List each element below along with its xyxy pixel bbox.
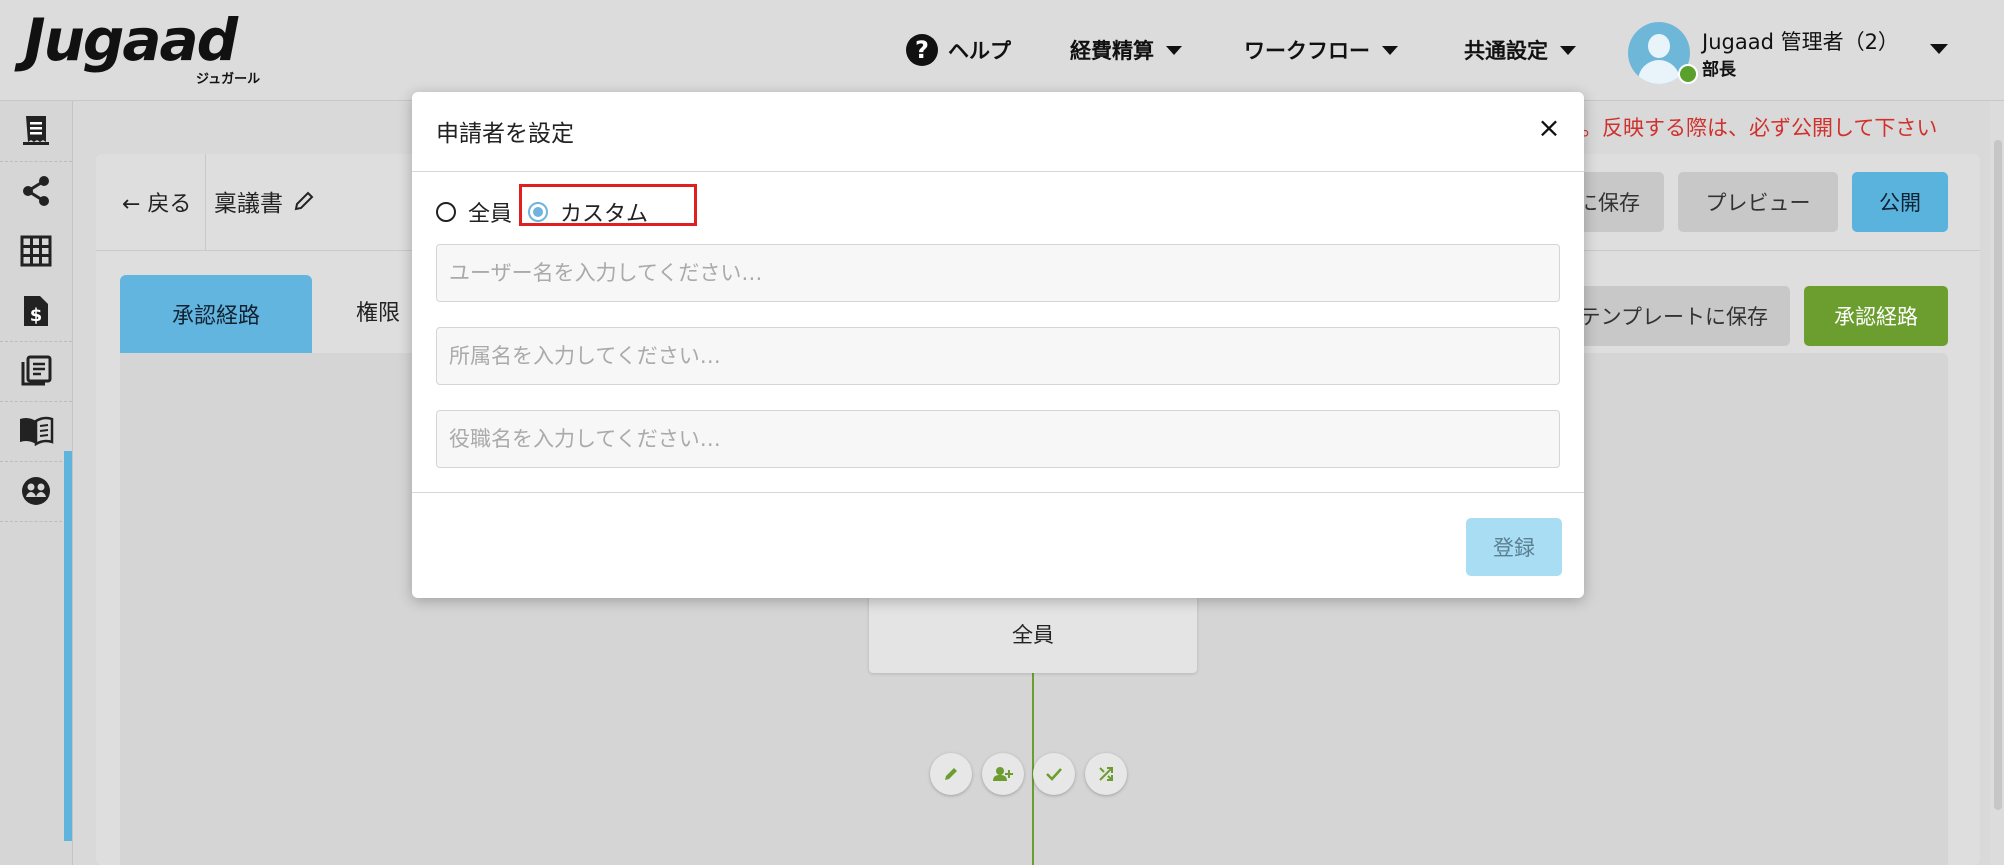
radio-all-label[interactable]: 全員 (468, 196, 512, 228)
custom-option-highlight (519, 184, 697, 226)
user-name-input[interactable] (436, 244, 1560, 302)
department-input[interactable] (436, 327, 1560, 385)
position-input[interactable] (436, 410, 1560, 468)
radio-all[interactable] (436, 202, 456, 222)
close-icon[interactable]: × (1532, 110, 1566, 144)
dialog-footer-divider (412, 492, 1584, 493)
dialog-title: 申請者を設定 (436, 121, 574, 147)
dialog-divider (412, 171, 1584, 172)
register-button[interactable]: 登録 (1466, 518, 1562, 576)
set-applicant-dialog: 申請者を設定 × 全員 カスタム 登録 (412, 92, 1584, 598)
